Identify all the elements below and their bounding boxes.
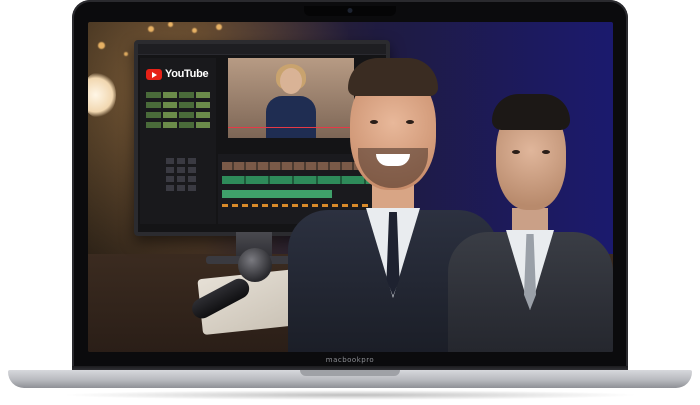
media-thumbnails: [146, 92, 210, 98]
drop-shadow: [60, 390, 640, 400]
bezel-brand-label: macbookpro: [325, 356, 375, 364]
eye: [370, 120, 378, 124]
eye: [406, 120, 414, 124]
youtube-logo-text: YouTube: [165, 68, 209, 80]
bokeh-light: [192, 28, 197, 33]
bokeh-light: [216, 24, 222, 30]
hair: [492, 94, 570, 130]
laptop-mockup: YouTube macbookpro: [0, 0, 700, 405]
editor-keypad: [166, 158, 196, 191]
youtube-logo: YouTube: [146, 68, 209, 80]
bokeh-light: [148, 26, 154, 32]
media-thumbnails: [146, 102, 210, 108]
media-thumbnails: [146, 122, 210, 128]
eye: [512, 150, 520, 154]
eye: [542, 150, 550, 154]
microphone-icon: [238, 248, 272, 282]
bokeh-light: [124, 52, 128, 56]
laptop-screen: YouTube: [88, 22, 613, 352]
person-young-man: [448, 82, 613, 352]
editor-media-panel: YouTube: [140, 58, 216, 224]
bokeh-light: [98, 42, 105, 49]
camera-icon: [347, 8, 353, 13]
youtube-play-icon: [146, 68, 162, 80]
media-thumbnails: [146, 112, 210, 118]
hair: [348, 58, 438, 96]
trackpad-notch: [300, 370, 400, 376]
bokeh-light: [168, 22, 173, 27]
